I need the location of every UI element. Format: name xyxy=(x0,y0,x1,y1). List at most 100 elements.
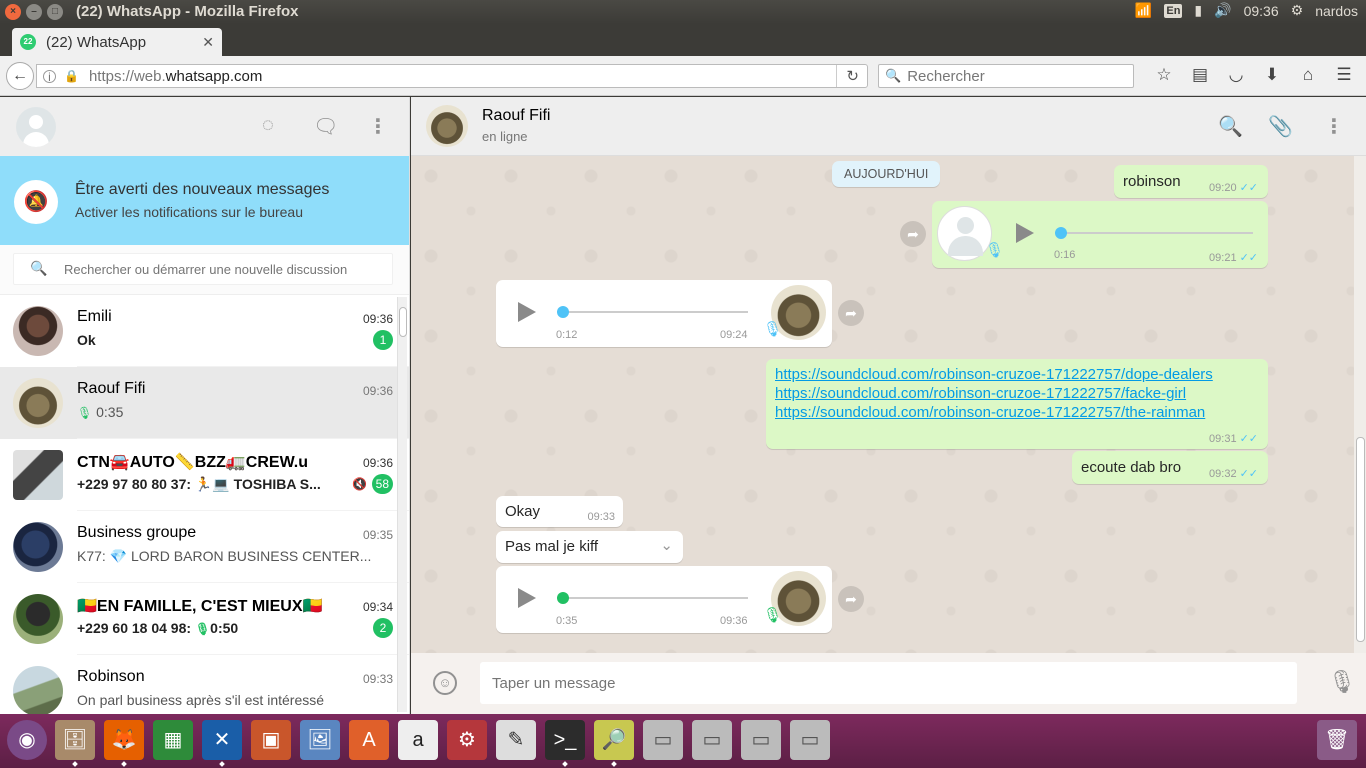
microphone-icon[interactable]: 🎙 xyxy=(1328,669,1356,695)
window-maximize-button[interactable]: □ xyxy=(47,4,63,20)
drive-icon[interactable]: ▭ xyxy=(741,720,781,760)
whatsapp-favicon-icon: 22 xyxy=(20,34,36,50)
voice-message-incoming[interactable]: 0:12 09:24 🎙 xyxy=(496,280,832,347)
reading-list-icon[interactable]: ▤ xyxy=(1182,65,1218,85)
info-icon[interactable]: i xyxy=(43,69,56,83)
message-bubble-outgoing[interactable]: ecoute dab bro 09:32 ✓✓ xyxy=(1072,451,1268,484)
pocket-icon[interactable]: ◡ xyxy=(1218,65,1254,85)
message-bubble-incoming[interactable]: Okay 09:33 xyxy=(496,496,623,527)
audio-seek-knob[interactable] xyxy=(557,592,569,604)
forward-arrow-icon[interactable]: ➦ xyxy=(838,300,864,326)
window-close-button[interactable]: × xyxy=(5,4,21,20)
back-arrow-icon[interactable]: ← xyxy=(6,62,34,90)
message-time: 09:24 xyxy=(720,329,748,341)
image-search-icon[interactable]: 🔎 xyxy=(594,720,634,760)
contact-avatar[interactable] xyxy=(426,105,468,147)
message-list-scroll-thumb[interactable] xyxy=(1356,437,1365,642)
my-profile-avatar[interactable] xyxy=(16,107,56,147)
voice-message-incoming[interactable]: 0:35 09:36 🎙 xyxy=(496,566,832,633)
hamburger-menu-icon[interactable]: ☰ xyxy=(1326,65,1362,85)
play-icon[interactable] xyxy=(518,302,536,322)
url-text[interactable]: https://web.whatsapp.com xyxy=(89,68,262,85)
message-time: 09:20 ✓✓ xyxy=(1209,182,1258,194)
audio-seek-knob[interactable] xyxy=(557,306,569,318)
conversation-header[interactable]: Raouf Fifi en ligne 🔍 📎 ⋮ xyxy=(411,97,1366,156)
chat-list-scrollbar[interactable] xyxy=(397,297,407,712)
double-check-icon: ✓✓ xyxy=(1239,433,1258,445)
ubuntu-logo-icon[interactable]: ◉ xyxy=(7,720,47,760)
trash-icon[interactable]: 🗑 xyxy=(1317,720,1357,760)
chat-row-emili[interactable]: Emili 09:36 Ok 1 xyxy=(0,295,409,367)
new-chat-icon[interactable]: 🗨 xyxy=(313,114,338,139)
kebab-menu-icon[interactable]: ⋮ xyxy=(1324,114,1344,139)
username[interactable]: nardos xyxy=(1315,3,1358,19)
tab-whatsapp[interactable]: 22 (22) WhatsApp ✕ xyxy=(12,28,222,56)
voice-message-outgoing[interactable]: 🎙 0:16 09:21 ✓✓ xyxy=(932,201,1268,268)
tab-close-icon[interactable]: ✕ xyxy=(202,34,214,51)
keyboard-layout-indicator[interactable]: En xyxy=(1164,3,1183,18)
soundcloud-link[interactable]: https://soundcloud.com/robinson-cruzoe-1… xyxy=(775,403,1213,422)
message-bubble-incoming[interactable]: Pas mal je kiff ⌄ xyxy=(496,531,683,563)
window-minimize-button[interactable]: – xyxy=(26,4,42,20)
enable-notifications-link[interactable]: Activer les notifications sur le bureau xyxy=(75,204,303,220)
double-check-icon: ✓✓ xyxy=(1239,468,1258,480)
presentation-icon[interactable]: ▣ xyxy=(251,720,291,760)
vscode-icon[interactable]: ✕ xyxy=(202,720,242,760)
search-icon[interactable]: 🔍 xyxy=(1218,114,1243,139)
software-center-icon[interactable]: A xyxy=(349,720,389,760)
message-text: ecoute dab bro xyxy=(1081,459,1182,476)
chat-list-scroll-thumb[interactable] xyxy=(399,307,407,337)
play-icon[interactable] xyxy=(518,588,536,608)
chat-search-bar: 🔍 xyxy=(0,245,409,295)
text-editor-icon[interactable]: ✎ xyxy=(496,720,536,760)
forward-arrow-icon[interactable]: ➦ xyxy=(838,586,864,612)
message-input[interactable] xyxy=(480,662,1297,704)
volume-icon[interactable]: 🔊 xyxy=(1214,2,1231,19)
kebab-menu-icon[interactable]: ⋮ xyxy=(368,114,388,139)
chat-search-box[interactable]: 🔍 xyxy=(13,253,393,285)
drive-icon[interactable]: ▭ xyxy=(643,720,683,760)
message-bubble-outgoing[interactable]: https://soundcloud.com/robinson-cruzoe-1… xyxy=(766,359,1268,449)
play-icon[interactable] xyxy=(1016,223,1034,243)
contact-name: Raouf Fifi xyxy=(482,107,551,124)
muted-speaker-icon: 🔇 xyxy=(352,477,367,491)
battery-icon[interactable]: ▮ xyxy=(1194,2,1202,19)
forward-arrow-icon[interactable]: ➦ xyxy=(900,221,926,247)
notification-banner[interactable]: 🔕 Être averti des nouveaux messages Acti… xyxy=(0,156,409,245)
chat-search-input[interactable] xyxy=(64,262,384,277)
image-viewer-icon[interactable]: 🖼 xyxy=(300,720,340,760)
drive-icon[interactable]: ▭ xyxy=(790,720,830,760)
audio-seek-knob[interactable] xyxy=(1055,227,1067,239)
clock[interactable]: 09:36 xyxy=(1244,3,1279,19)
chat-row-business-groupe[interactable]: Business groupe 09:35 K77: 💎 LORD BARON … xyxy=(0,511,409,583)
gear-icon[interactable]: ⚙ xyxy=(1291,2,1304,19)
terminal-icon[interactable]: >_ xyxy=(545,720,585,760)
paperclip-icon[interactable]: 📎 xyxy=(1268,114,1293,139)
status-icon[interactable]: ◌ xyxy=(262,114,274,137)
files-icon[interactable]: 🗄 xyxy=(55,720,95,760)
url-bar[interactable]: i 🔒 https://web.whatsapp.com ↻ xyxy=(36,64,868,88)
reload-icon[interactable]: ↻ xyxy=(846,67,859,85)
audio-progress-track[interactable] xyxy=(558,311,748,313)
home-icon[interactable]: ⌂ xyxy=(1290,65,1326,85)
message-bubble-outgoing[interactable]: robinson 09:20 ✓✓ xyxy=(1114,165,1268,198)
spreadsheet-icon[interactable]: ▦ xyxy=(153,720,193,760)
browser-search-field[interactable]: 🔍 Rechercher xyxy=(878,64,1134,88)
soundcloud-link[interactable]: https://soundcloud.com/robinson-cruzoe-1… xyxy=(775,365,1213,384)
audio-progress-track[interactable] xyxy=(1057,232,1253,234)
chat-row-en-famille[interactable]: 🇧🇯EN FAMILLE, C'EST MIEUX🇧🇯 09:34 +229 6… xyxy=(0,583,409,655)
soundcloud-link[interactable]: https://soundcloud.com/robinson-cruzoe-1… xyxy=(775,384,1213,403)
wifi-icon[interactable]: 📶 xyxy=(1135,2,1152,19)
download-arrow-icon[interactable]: ⬇ xyxy=(1254,65,1290,85)
chevron-down-icon[interactable]: ⌄ xyxy=(660,536,673,554)
firefox-icon[interactable]: 🦊 xyxy=(104,720,144,760)
chat-row-ctn-auto[interactable]: CTN🚘AUTO📏BZZ🚛CREW.u 09:36 +229 97 80 80 … xyxy=(0,439,409,511)
amazon-icon[interactable]: a xyxy=(398,720,438,760)
chat-row-robinson[interactable]: Robinson 09:33 On parl business après s'… xyxy=(0,655,409,714)
system-settings-icon[interactable]: ⚙ xyxy=(447,720,487,760)
drive-icon[interactable]: ▭ xyxy=(692,720,732,760)
audio-progress-track[interactable] xyxy=(558,597,748,599)
chat-row-raouf-fifi[interactable]: Raouf Fifi 09:36 🎙 0:35 xyxy=(0,367,409,439)
emoji-smiley-icon[interactable]: ☺ xyxy=(433,671,457,695)
bookmark-star-icon[interactable]: ☆ xyxy=(1146,65,1182,85)
